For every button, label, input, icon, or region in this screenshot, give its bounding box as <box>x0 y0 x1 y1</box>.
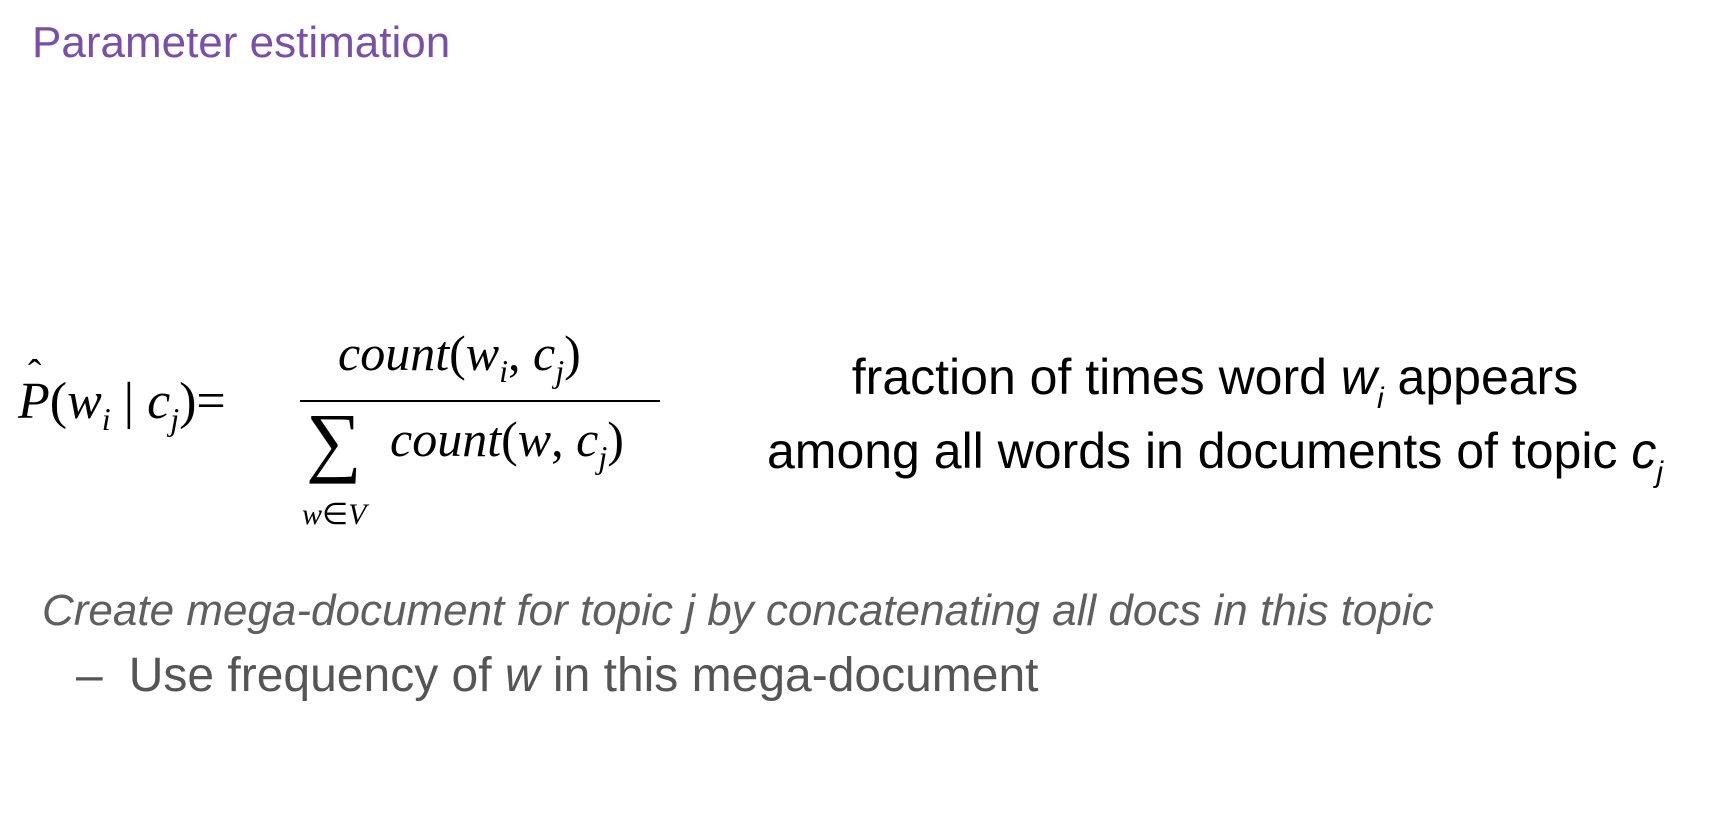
den-comma: , <box>551 411 577 467</box>
formula-numerator: count(wi, cj) <box>338 325 581 387</box>
bullet-dash: – <box>76 649 103 702</box>
num-close-paren: ) <box>564 325 581 381</box>
probability-formula: ˆ P(wi | cj)= count(wi, cj) ∑ count(w, cj… <box>18 325 660 538</box>
den-open-paren: ( <box>501 411 518 467</box>
bullet-frequency: – Use frequency of w in this mega-documen… <box>76 648 1039 703</box>
summation-index: w∈V <box>302 500 366 530</box>
lhs-given-bar: | <box>110 373 148 430</box>
explanation-line-2-text: among all words in documents of topic <box>766 423 1632 479</box>
explanation-w-var: w <box>1340 349 1377 405</box>
bullet-text-end: in this mega-document <box>539 649 1039 702</box>
bullet-text-start: Use frequency of <box>128 649 505 702</box>
num-open-paren: ( <box>449 325 466 381</box>
p-hat-symbol: ˆP <box>18 354 50 428</box>
den-count: count <box>390 411 502 467</box>
lhs-j-subscript: j <box>170 401 180 437</box>
explanation-j-subscript: j <box>1656 456 1663 489</box>
equals-sign: = <box>196 373 226 430</box>
bullet-w-var: w <box>504 649 540 702</box>
slide-title: Parameter estimation <box>32 18 451 67</box>
den-c: c <box>576 411 599 467</box>
hat-accent: ˆ <box>28 351 42 396</box>
num-comma: , <box>508 325 533 381</box>
explanation-line-1-text: fraction of times word <box>851 349 1341 405</box>
sum-w: w <box>302 498 323 531</box>
mega-document-note: Create mega-document for topic j by conc… <box>42 586 1434 635</box>
num-count: count <box>338 325 450 381</box>
lhs-c: c <box>147 373 171 430</box>
formula-denominator: count(w, cj) <box>390 411 624 473</box>
num-i-subscript: i <box>499 353 508 389</box>
den-j-subscript: j <box>598 439 608 475</box>
explanation-line-2: among all words in documents of topic cj <box>700 414 1730 488</box>
summation-sign: ∑ <box>306 397 362 484</box>
sum-vocabulary: V <box>348 498 367 531</box>
element-of-symbol: ∈ <box>322 498 349 531</box>
formula-lhs: ˆ P(wi | cj)= <box>18 354 226 436</box>
num-j-subscript: j <box>555 353 565 389</box>
explanation-c-var: c <box>1631 423 1657 479</box>
num-c: c <box>533 325 556 381</box>
num-w: w <box>465 325 500 381</box>
den-w: w <box>517 411 552 467</box>
explanation-line-1-end: appears <box>1383 349 1579 405</box>
explanation-line-1: fraction of times word wi appears <box>700 340 1730 414</box>
formula-explanation: fraction of times word wi appears among … <box>700 340 1730 488</box>
lhs-w: w <box>67 373 102 430</box>
lhs-i-subscript: i <box>101 401 111 437</box>
explanation-i-subscript: i <box>1376 382 1384 415</box>
lhs-close-paren: ) <box>179 373 197 430</box>
lhs-open-paren: ( <box>49 373 68 430</box>
den-close-paren: ) <box>607 411 624 467</box>
